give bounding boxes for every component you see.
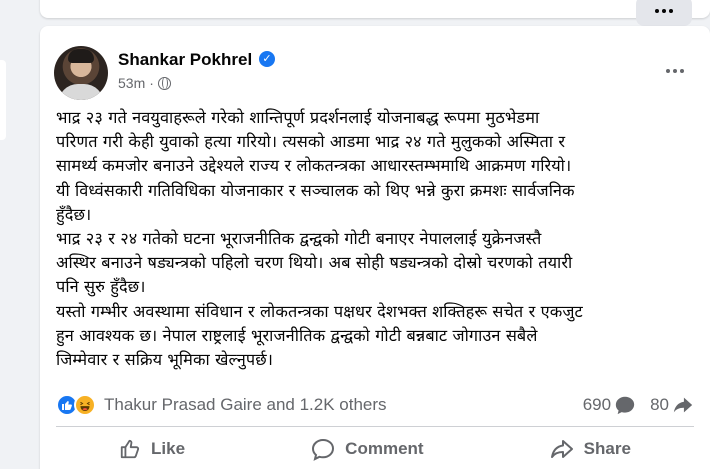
shares-count-link[interactable]: 80 <box>650 394 694 416</box>
post-body-line: सामर्थ्य कमजोर बनाउने उद्देश्यले राज्य र… <box>56 156 572 176</box>
reactions-summary[interactable]: Thakur Prasad Gaire and 1.2K others <box>104 395 387 415</box>
previous-post-card <box>40 0 710 18</box>
post-body-line: यी विध्वंसकारी गतिविधिका योजनाकार र सञ्च… <box>56 180 575 200</box>
post-body-line: हुन आवश्यक छ। नेपाल राष्ट्रलाई भूराजनीति… <box>56 325 538 345</box>
author-name[interactable]: Shankar Pokhrel <box>118 50 252 70</box>
comment-button-label: Comment <box>345 439 424 458</box>
verified-badge-icon: ✓ <box>259 51 275 67</box>
post-body-line: भाद्र २३ गते नवयुवाहरूले गरेको शान्तिपूर… <box>56 108 540 127</box>
post-body-line: परिणत गरी केही युवाको हत्या गरियो। त्यसक… <box>56 132 566 152</box>
left-panel-edge <box>0 60 6 140</box>
comment-button[interactable]: Comment <box>291 431 443 467</box>
actions-divider <box>56 426 694 427</box>
post-body-line: यस्तो गम्भीर अवस्थामा संविधान र लोकतन्त्… <box>56 301 583 321</box>
post-body-line: पनि सुरु हुँदैछ। <box>56 277 146 297</box>
post-body-line: हुँदैछ। <box>56 204 92 224</box>
share-button-label: Share <box>583 439 631 458</box>
post-meta: 53m · <box>118 75 171 91</box>
like-button[interactable]: Like <box>99 432 205 466</box>
comment-icon <box>312 438 335 461</box>
post-actions: Like Comment Share <box>56 430 694 468</box>
thumbs-up-icon <box>120 439 140 459</box>
post-card: Shankar Pokhrel ✓ 53m · भाद्र २३ गते नवय… <box>40 26 710 469</box>
post-body-line: भाद्र २३ र २४ गतेको घटना भूराजनीतिक द्वन… <box>56 229 542 249</box>
post-body-line: अस्थिर बनाउने षड्यन्त्रको पहिलो चरण थियो… <box>56 253 573 273</box>
engagement-counts: 690 80 <box>583 394 694 416</box>
comments-count-link[interactable]: 690 <box>583 394 636 416</box>
globe-icon <box>157 76 171 90</box>
more-options-icon[interactable] <box>658 56 692 86</box>
post-body-line: जिम्मेवार र सक्रिय भूमिका खेल्नुपर्छ। <box>56 350 274 370</box>
haha-reaction-icon[interactable] <box>74 394 96 416</box>
share-icon <box>550 440 573 458</box>
comment-bubble-icon <box>615 396 635 415</box>
share-button[interactable]: Share <box>530 431 651 467</box>
previous-post-more-button[interactable] <box>636 0 692 26</box>
share-arrow-icon <box>673 397 693 413</box>
author-avatar[interactable] <box>54 46 108 100</box>
post-body: भाद्र २३ गते नवयुवाहरूले गरेको शान्तिपूर… <box>56 106 696 372</box>
reactions-bar: Thakur Prasad Gaire and 1.2K others 690 … <box>56 392 694 418</box>
like-button-label: Like <box>151 439 186 458</box>
post-time[interactable]: 53m <box>118 75 145 91</box>
